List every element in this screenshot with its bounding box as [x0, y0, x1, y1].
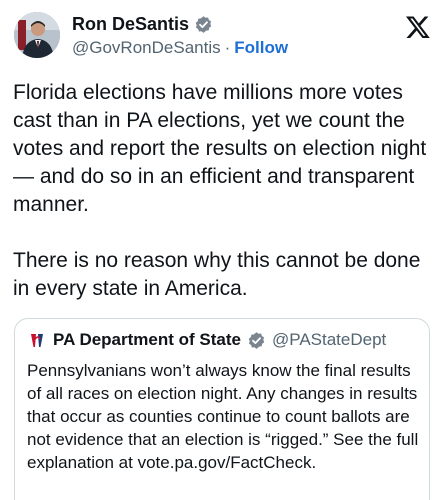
tweet-paragraph: There is no reason why this cannot be do… [13, 249, 421, 300]
verified-badge-icon [194, 15, 213, 34]
quoted-author-handle[interactable]: @PAStateDept [272, 330, 386, 350]
avatar[interactable] [14, 12, 60, 58]
author-display-name[interactable]: Ron DeSantis [72, 13, 189, 35]
verified-badge-icon [247, 331, 266, 350]
author-name-row: Ron DeSantis [72, 13, 213, 35]
author-handle-row: @GovRonDeSantis · Follow [72, 37, 288, 59]
follow-button[interactable]: Follow [234, 38, 288, 57]
avatar-image [14, 12, 60, 58]
quoted-author-name[interactable]: PA Department of State [53, 330, 241, 350]
pa-keystone-logo-icon [27, 330, 47, 350]
x-logo-icon[interactable] [405, 14, 431, 40]
author-handle[interactable]: @GovRonDeSantis [72, 38, 221, 57]
quoted-tweet-text: Pennsylvanians won’t always know the fin… [27, 361, 419, 472]
quoted-tweet-card[interactable]: PA Department of State @PAStateDept Penn… [14, 318, 430, 500]
tweet-paragraph: Florida elections have millions more vot… [13, 81, 427, 216]
tweet-body: Florida elections have millions more vot… [13, 79, 438, 303]
separator-dot: · [224, 38, 231, 57]
quoted-tweet-header: PA Department of State @PAStateDept [27, 330, 386, 350]
tweet-header: Ron DeSantis @GovRonDeSantis · Follow [0, 0, 447, 72]
